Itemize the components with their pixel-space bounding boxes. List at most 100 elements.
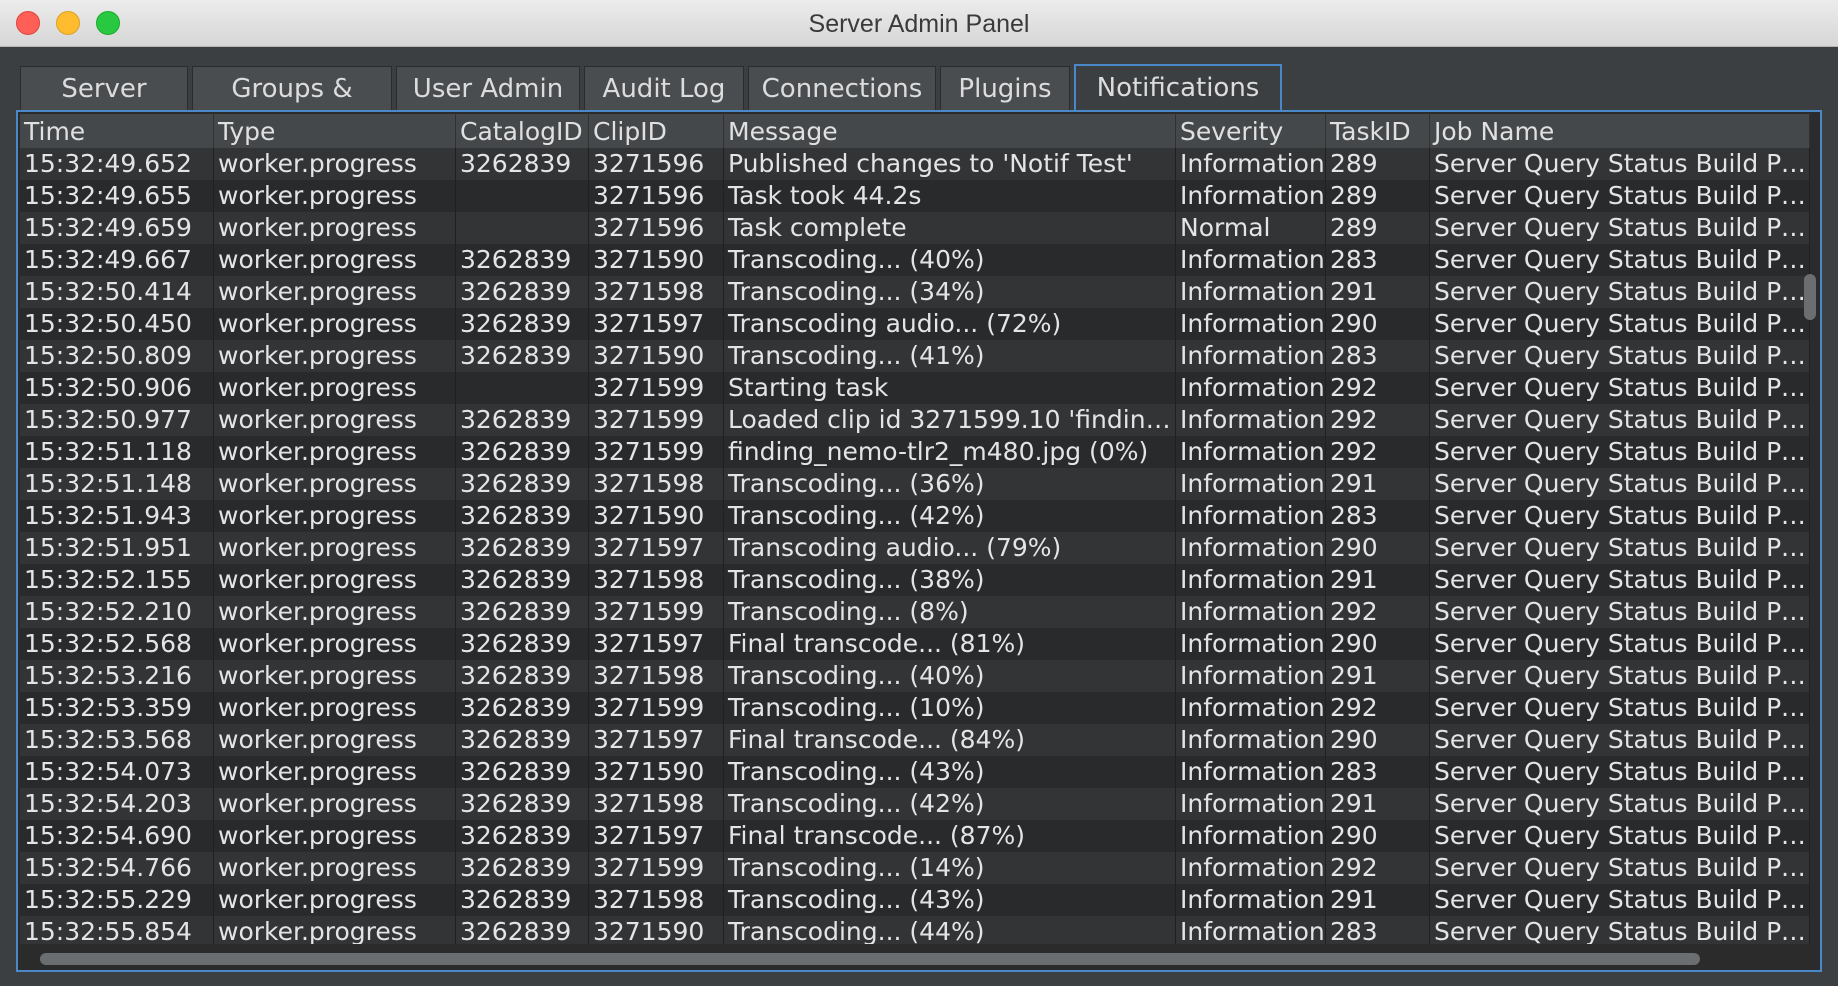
cell-catalog-id: 3262839 [456,276,589,308]
column-header-job-name[interactable]: Job Name [1430,114,1810,148]
cell-time: 15:32:54.073 [20,756,214,788]
notifications-table: 15:32:49.652 worker.progress 3262839 327159… [20,148,1810,944]
table-row[interactable]: 15:32:51.148 worker.progress 3262839 327159… [20,468,1810,500]
cell-message: Published changes to 'Notif Test' [724,148,1176,180]
cell-clip-id: 3271599 [589,692,724,724]
cell-severity: Information [1176,564,1326,596]
cell-task-id: 292 [1326,404,1430,436]
vertical-scrollbar[interactable] [1802,148,1816,944]
cell-clip-id: 3271590 [589,916,724,944]
horizontal-scroll-thumb[interactable] [40,953,1700,965]
cell-clip-id: 3271590 [589,244,724,276]
cell-severity: Information [1176,404,1326,436]
cell-catalog-id [456,212,589,244]
table-row[interactable]: 15:32:49.659 worker.progress 3271596 Task c… [20,212,1810,244]
cell-catalog-id: 3262839 [456,628,589,660]
table-row[interactable]: 15:32:54.690 worker.progress 3262839 327159… [20,820,1810,852]
cell-clip-id: 3271596 [589,148,724,180]
table-row[interactable]: 15:32:50.414 worker.progress 3262839 327159… [20,276,1810,308]
cell-task-id: 290 [1326,308,1430,340]
cell-message: Final transcode... (81%) [724,628,1176,660]
column-header-time[interactable]: Time [20,114,214,148]
table-row[interactable]: 15:32:49.652 worker.progress 3262839 327159… [20,148,1810,180]
cell-clip-id: 3271596 [589,180,724,212]
cell-job-name: Server Query Status Build Proxy [1430,532,1810,564]
cell-clip-id: 3271597 [589,628,724,660]
table-row[interactable]: 15:32:51.118 worker.progress 3262839 327159… [20,436,1810,468]
tab-server-status[interactable]: Server Status [20,66,188,148]
table-row[interactable]: 15:32:50.906 worker.progress 3271599 Starti… [20,372,1810,404]
column-header-type[interactable]: Type [214,114,456,148]
cell-time: 15:32:50.450 [20,308,214,340]
cell-job-name: Server Query Status Build Proxy [1430,500,1810,532]
column-header-severity[interactable]: Severity [1176,114,1326,148]
cell-task-id: 292 [1326,436,1430,468]
cell-type: worker.progress [214,500,456,532]
cell-job-name: Server Query Status Build Proxy [1430,244,1810,276]
column-header-message[interactable]: Message [724,114,1176,148]
cell-message: Transcoding... (14%) [724,852,1176,884]
tab-user-admin[interactable]: User Admin [396,66,580,110]
tab-notifications[interactable]: Notifications [1074,64,1282,112]
column-header-task-id[interactable]: TaskID [1326,114,1430,148]
table-row[interactable]: 15:32:52.155 worker.progress 3262839 327159… [20,564,1810,596]
table-row[interactable]: 15:32:51.951 worker.progress 3262839 327159… [20,532,1810,564]
cell-message: Transcoding... (10%) [724,692,1176,724]
table-row[interactable]: 15:32:53.216 worker.progress 3262839 327159… [20,660,1810,692]
table-row[interactable]: 15:32:55.229 worker.progress 3262839 327159… [20,884,1810,916]
table-row[interactable]: 15:32:51.943 worker.progress 3262839 327159… [20,500,1810,532]
cell-job-name: Server Query Status Build Proxy [1430,180,1810,212]
cell-clip-id: 3271597 [589,308,724,340]
cell-severity: Information [1176,372,1326,404]
tab-connections[interactable]: Connections [748,66,936,110]
cell-message: Transcoding... (36%) [724,468,1176,500]
tab-audit-log[interactable]: Audit Log [584,66,744,110]
window-title: Server Admin Panel [808,10,1030,38]
cell-time: 15:32:50.906 [20,372,214,404]
cell-type: worker.progress [214,148,456,180]
cell-message: Transcoding audio... (79%) [724,532,1176,564]
cell-task-id: 283 [1326,500,1430,532]
cell-catalog-id [456,180,589,212]
column-header-catalog-id[interactable]: CatalogID [456,114,589,148]
cell-time: 15:32:54.766 [20,852,214,884]
cell-task-id: 291 [1326,468,1430,500]
app-window: Server Admin Panel Server Status Groups … [0,0,1838,986]
notifications-panel: Time Type CatalogID ClipID Message Severity Ta… [16,110,1822,972]
cell-type: worker.progress [214,532,456,564]
cell-catalog-id: 3262839 [456,916,589,944]
cell-severity: Information [1176,532,1326,564]
column-header-clip-id[interactable]: ClipID [589,114,724,148]
table-row[interactable]: 15:32:49.655 worker.progress 3271596 Task t… [20,180,1810,212]
cell-message: Transcoding... (44%) [724,916,1176,944]
table-row[interactable]: 15:32:53.568 worker.progress 3262839 327159… [20,724,1810,756]
table-row[interactable]: 15:32:50.977 worker.progress 3262839 327159… [20,404,1810,436]
cell-job-name: Server Query Status Build Proxy [1430,212,1810,244]
cell-job-name: Server Query Status Build Proxy [1430,884,1810,916]
table-row[interactable]: 15:32:52.568 worker.progress 3262839 327159… [20,628,1810,660]
vertical-scroll-thumb[interactable] [1804,274,1816,320]
cell-time: 15:32:49.655 [20,180,214,212]
cell-clip-id: 3271597 [589,724,724,756]
cell-job-name: Server Query Status Build Proxy [1430,628,1810,660]
table-row[interactable]: 15:32:54.073 worker.progress 3262839 327159… [20,756,1810,788]
table-row[interactable]: 15:32:52.210 worker.progress 3262839 327159… [20,596,1810,628]
cell-job-name: Server Query Status Build Proxy [1430,308,1810,340]
cell-job-name: Server Query Status Build Proxy [1430,148,1810,180]
cell-catalog-id: 3262839 [456,564,589,596]
table-row[interactable]: 15:32:55.854 worker.progress 3262839 327159… [20,916,1810,944]
cell-job-name: Server Query Status Build Proxy [1430,692,1810,724]
table-header: Time Type CatalogID ClipID Message Severity Ta… [20,114,1810,149]
cell-time: 15:32:54.690 [20,820,214,852]
cell-time: 15:32:50.414 [20,276,214,308]
tab-plugins[interactable]: Plugins [940,66,1070,110]
table-row[interactable]: 15:32:49.667 worker.progress 3262839 327159… [20,244,1810,276]
horizontal-scrollbar[interactable] [20,950,1810,966]
table-row[interactable]: 15:32:50.809 worker.progress 3262839 327159… [20,340,1810,372]
table-row[interactable]: 15:32:54.203 worker.progress 3262839 327159… [20,788,1810,820]
cell-job-name: Server Query Status Build Proxy [1430,596,1810,628]
table-row[interactable]: 15:32:53.359 worker.progress 3262839 327159… [20,692,1810,724]
tab-groups-roles[interactable]: Groups & Roles [192,66,392,148]
table-row[interactable]: 15:32:54.766 worker.progress 3262839 327159… [20,852,1810,884]
table-row[interactable]: 15:32:50.450 worker.progress 3262839 327159… [20,308,1810,340]
